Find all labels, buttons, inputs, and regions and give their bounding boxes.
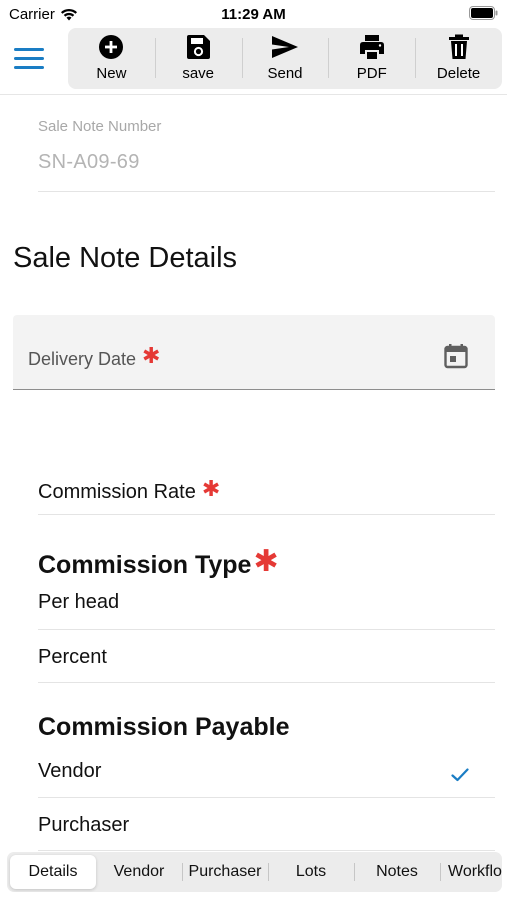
delete-button[interactable]: Delete — [415, 28, 502, 89]
commission-type-option-percent[interactable]: Percent — [38, 630, 495, 683]
hamburger-icon-bar — [14, 57, 44, 60]
header-divider — [0, 94, 507, 95]
status-bar: Carrier 11:29 AM — [0, 0, 507, 26]
tab-purchaser[interactable]: Purchaser — [182, 855, 268, 889]
hamburger-icon-bar — [14, 66, 44, 69]
new-button[interactable]: New — [68, 28, 155, 89]
delivery-date-label: Delivery Date — [28, 349, 137, 369]
hamburger-icon-bar — [14, 48, 44, 51]
add-circle-icon — [99, 35, 124, 59]
commission-type-option-per-head[interactable]: Per head — [38, 577, 495, 630]
trash-icon — [448, 34, 469, 59]
option-label: Vendor — [38, 760, 102, 782]
pdf-button-label: PDF — [356, 65, 387, 82]
tab-details[interactable]: Details — [10, 855, 96, 889]
option-label: Purchaser — [38, 814, 130, 836]
sale-note-number-value: SN-A09-69 — [38, 151, 140, 173]
commission-rate-label: Commission Rate — [38, 481, 196, 503]
sale-note-number-label: Sale Note Number — [38, 118, 162, 135]
delete-button-label: Delete — [436, 65, 481, 82]
tab-lots[interactable]: Lots — [268, 855, 354, 889]
save-button[interactable]: save — [154, 28, 242, 89]
tab-vendor[interactable]: Vendor — [96, 855, 182, 889]
pdf-button[interactable]: PDF — [328, 28, 415, 89]
commission-payable-option-vendor[interactable]: Vendor — [38, 745, 495, 798]
commission-type-title: Commission Type — [38, 551, 252, 579]
commission-type-title-wrap: Commission Type✱ — [38, 544, 279, 580]
commission-rate-label-wrap: Commission Rate ✱ — [38, 476, 495, 504]
floppy-disk-icon — [187, 35, 211, 59]
save-button-label: save — [182, 65, 215, 82]
required-indicator: ✱ — [253, 545, 279, 578]
menu-button[interactable] — [14, 48, 48, 74]
send-icon — [271, 36, 298, 58]
required-indicator: ✱ — [201, 476, 221, 501]
sale-note-number-field: Sale Note Number SN-A09-69 — [38, 118, 495, 192]
clock: 11:29 AM — [221, 6, 286, 23]
calendar-icon[interactable] — [444, 343, 468, 369]
commission-payable-option-purchaser[interactable]: Purchaser — [38, 798, 495, 851]
commission-payable-title: Commission Payable — [38, 713, 290, 741]
send-button[interactable]: Send — [241, 28, 329, 89]
tab-notes[interactable]: Notes — [354, 855, 440, 889]
commission-rate-field[interactable]: Commission Rate ✱ — [38, 470, 495, 515]
option-label: Per head — [38, 591, 120, 613]
delivery-date-label-wrap: Delivery Date ✱ — [28, 343, 160, 370]
battery-icon — [469, 6, 498, 20]
action-toolbar: New save Send PDF Delete — [68, 28, 502, 89]
checkmark-icon — [451, 768, 469, 782]
delivery-date-field[interactable]: Delivery Date ✱ — [13, 315, 495, 390]
section-title: Sale Note Details — [13, 242, 238, 274]
required-indicator: ✱ — [142, 343, 161, 368]
bottom-tab-bar: Details Vendor Purchaser Lots Notes Work… — [7, 852, 502, 892]
printer-icon — [359, 35, 384, 59]
tab-workflow[interactable]: Workflow — [440, 855, 502, 889]
new-button-label: New — [96, 65, 127, 82]
option-label: Percent — [38, 646, 107, 668]
send-button-label: Send — [267, 65, 303, 82]
